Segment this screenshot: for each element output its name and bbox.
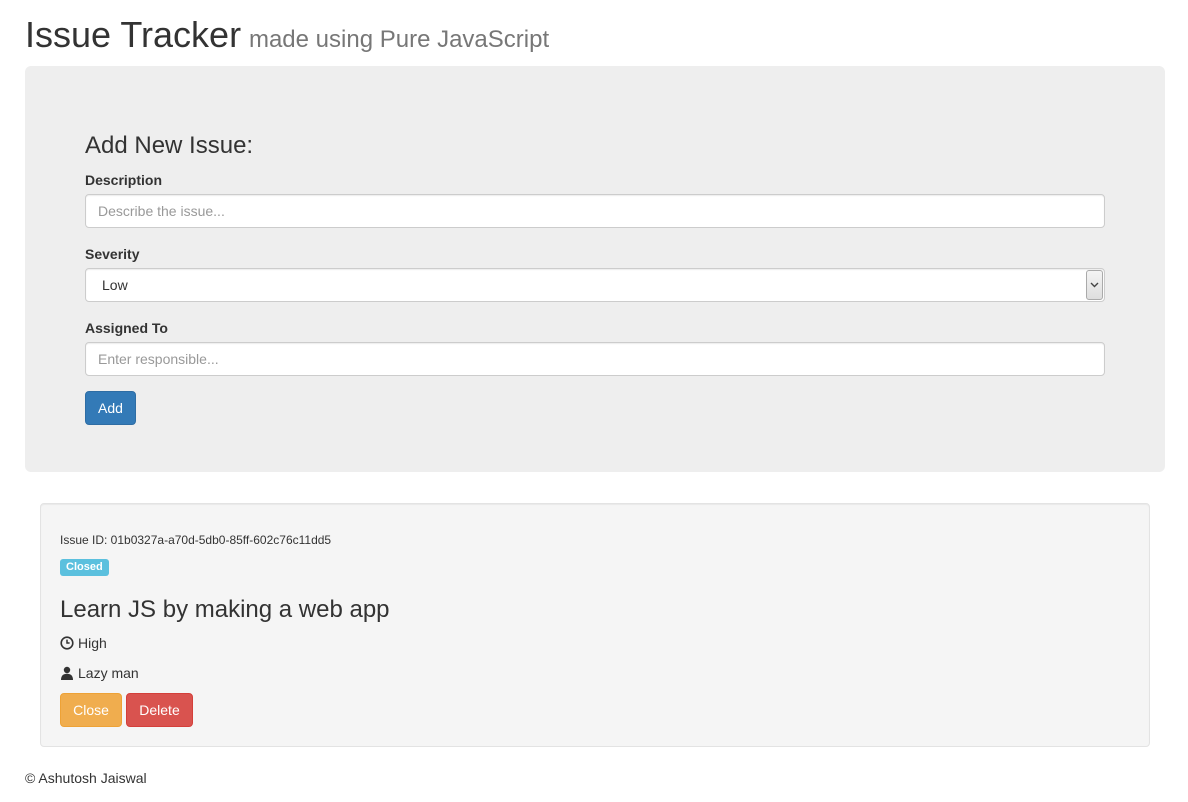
assigned-to-label: Assigned To <box>85 320 168 336</box>
issue-severity: High <box>60 634 107 652</box>
issue-description: Learn JS by making a web app <box>60 596 390 623</box>
status-badge: Closed <box>60 559 109 576</box>
issue-id: Issue ID: 01b0327a-a70d-5db0-85ff-602c76… <box>60 533 332 547</box>
assigned-to-input[interactable] <box>85 342 1105 376</box>
delete-issue-button[interactable]: Delete <box>126 693 193 727</box>
description-input[interactable] <box>85 194 1105 228</box>
close-issue-button[interactable]: Close <box>60 693 122 727</box>
add-issue-button[interactable]: Add <box>85 391 136 425</box>
description-label: Description <box>85 172 163 188</box>
issue-severity-text: High <box>78 635 107 651</box>
add-issue-form: Add New Issue: Description Severity Low … <box>25 66 1165 472</box>
page-header: Issue Tracker made using Pure JavaScript <box>25 13 549 57</box>
issue-assignee: Lazy man <box>60 664 139 682</box>
user-icon <box>61 666 73 680</box>
issue-card: Issue ID: 01b0327a-a70d-5db0-85ff-602c76… <box>40 503 1150 747</box>
severity-select-value: Low <box>102 277 128 293</box>
page-title: Issue Tracker <box>25 14 242 55</box>
clock-icon <box>60 636 74 650</box>
chevron-down-icon[interactable] <box>1086 270 1103 300</box>
footer-copyright: © Ashutosh Jaiswal <box>25 770 147 786</box>
page-subtitle: made using Pure JavaScript <box>248 26 550 53</box>
severity-select[interactable]: Low <box>85 268 1105 302</box>
form-heading: Add New Issue: <box>85 132 254 159</box>
issue-assignee-text: Lazy man <box>78 665 139 681</box>
severity-label: Severity <box>85 246 140 262</box>
